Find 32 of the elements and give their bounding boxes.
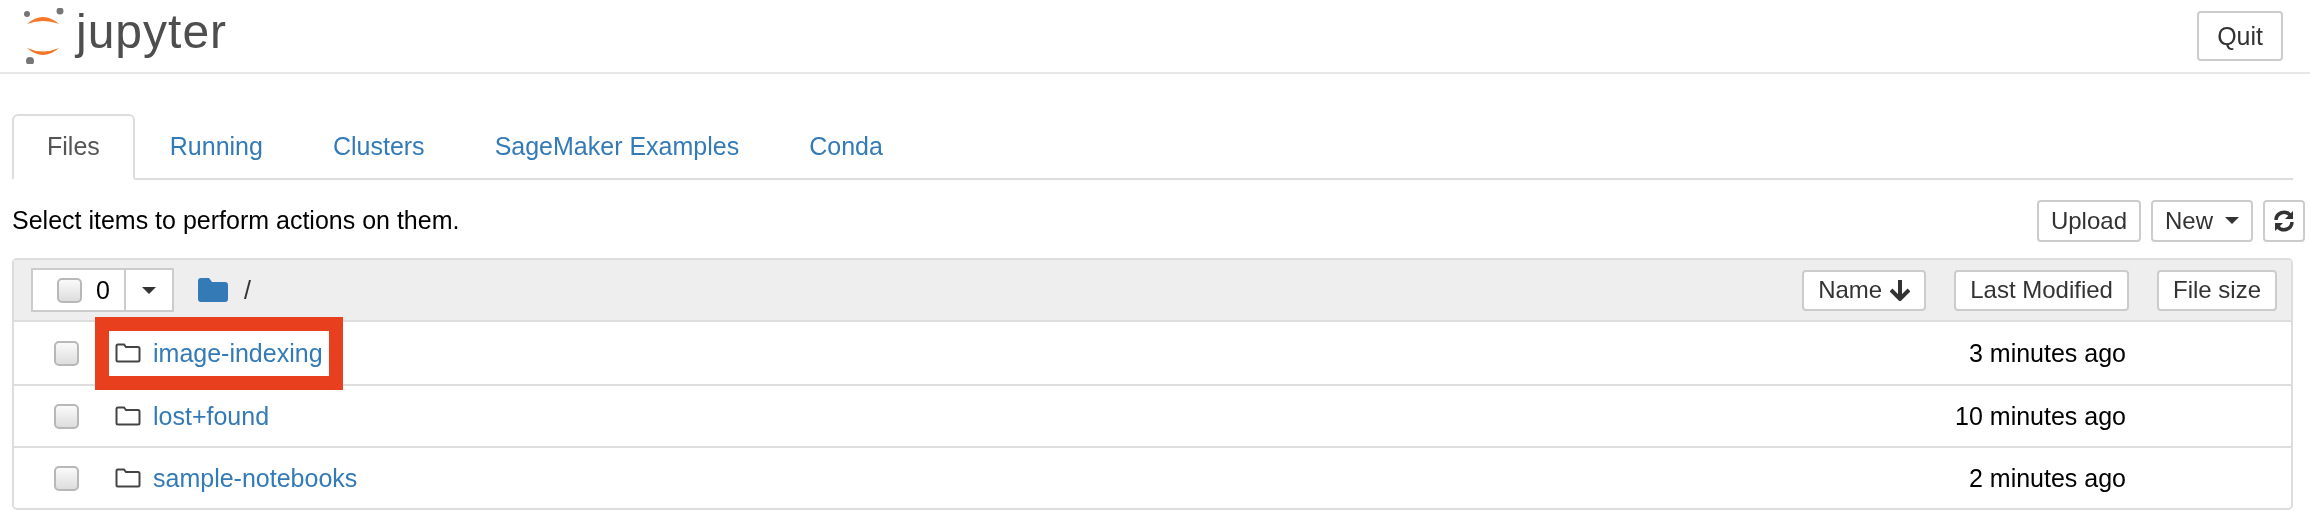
- tab[interactable]: Conda: [774, 114, 918, 180]
- logo-text: jupyter: [76, 8, 228, 56]
- refresh-button[interactable]: [2263, 199, 2305, 243]
- logo-icon: [22, 8, 64, 64]
- tab[interactable]: Running: [134, 114, 298, 180]
- tab[interactable]: SageMaker Examples: [459, 114, 775, 180]
- modified-time: 2 minutes ago: [1968, 462, 2127, 494]
- row-checkbox[interactable]: [54, 403, 79, 429]
- modified-time: 3 minutes ago: [1968, 337, 2127, 369]
- sort-button[interactable]: Name: [1802, 269, 1927, 311]
- select-all-checkbox[interactable]: [57, 277, 82, 303]
- path-text[interactable]: /: [243, 271, 251, 310]
- folder-icon: [115, 406, 141, 427]
- quit-button[interactable]: Quit: [2197, 11, 2283, 61]
- tab[interactable]: Files: [12, 114, 135, 180]
- selected-count: 0: [96, 274, 110, 306]
- row-checkbox[interactable]: [54, 340, 79, 366]
- tab[interactable]: Clusters: [297, 114, 460, 180]
- folder-icon: [115, 343, 141, 364]
- folder-link[interactable]: sample-notebooks: [153, 459, 358, 498]
- row-checkbox[interactable]: [54, 465, 79, 491]
- folder-link[interactable]: lost+found: [153, 397, 270, 436]
- sort-button[interactable]: File size: [2156, 269, 2277, 311]
- upload-button[interactable]: Upload: [2036, 199, 2141, 243]
- folder-icon: [197, 278, 228, 303]
- folder-link[interactable]: image-indexing: [153, 334, 323, 373]
- folder-icon: [115, 468, 141, 489]
- hint-text: Select items to perform actions on them.: [12, 205, 460, 237]
- modified-time: 10 minutes ago: [1955, 400, 2127, 432]
- new-dropdown-button[interactable]: New: [2151, 199, 2253, 243]
- sort-button[interactable]: Last Modified: [1954, 269, 2129, 311]
- refresh-icon: [2273, 209, 2295, 232]
